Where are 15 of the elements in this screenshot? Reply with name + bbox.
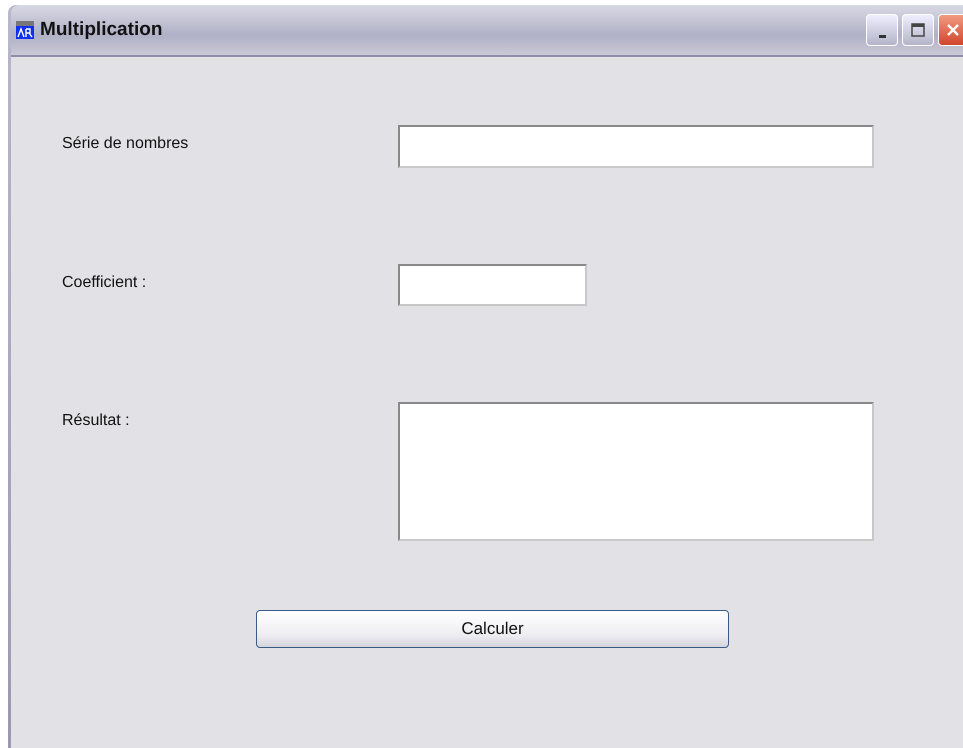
minimize-button[interactable] bbox=[866, 14, 898, 46]
field-label: Coefficient : bbox=[62, 273, 148, 292]
field-label: Résultat : bbox=[62, 411, 131, 430]
maximize-icon bbox=[911, 23, 925, 37]
maximize-button[interactable] bbox=[902, 14, 934, 46]
minimize-icon bbox=[878, 34, 886, 38]
app-icon bbox=[16, 21, 34, 39]
calculate-button[interactable]: Calculer bbox=[256, 610, 729, 648]
close-button[interactable] bbox=[938, 14, 963, 46]
close-icon bbox=[946, 23, 960, 37]
field-label: Série de nombres bbox=[62, 134, 190, 153]
window-title: Multiplication bbox=[40, 19, 162, 41]
input-field[interactable] bbox=[398, 264, 587, 306]
input-field[interactable] bbox=[398, 125, 874, 168]
result-field[interactable] bbox=[398, 402, 874, 541]
